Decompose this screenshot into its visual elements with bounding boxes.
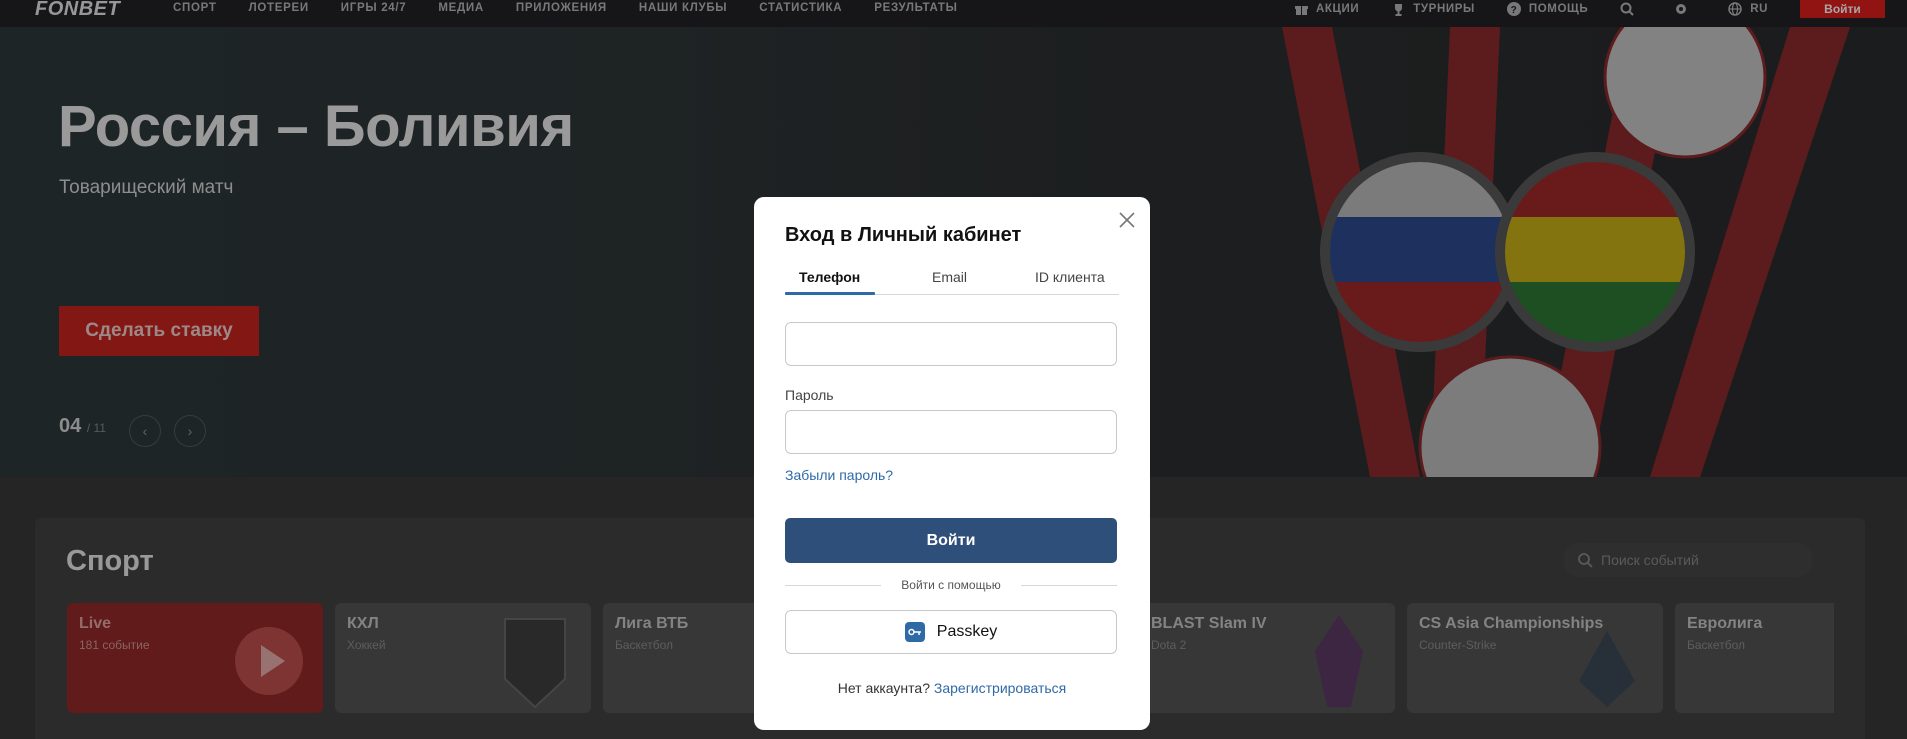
close-icon[interactable] (1118, 211, 1136, 229)
active-tab-indicator (785, 292, 875, 295)
login-modal: Вход в Личный кабинет Телефон Email ID к… (754, 197, 1150, 730)
modal-title: Вход в Личный кабинет (785, 224, 1022, 246)
no-account-text: Нет аккаунта? (837, 680, 930, 696)
phone-input[interactable] (785, 322, 1117, 366)
login-divider: Войти с помощью (785, 578, 1117, 592)
password-input[interactable] (785, 410, 1117, 454)
tab-client-id[interactable]: ID клиента (1035, 269, 1105, 295)
tab-email[interactable]: Email (932, 269, 967, 295)
password-label: Пароль (785, 387, 834, 403)
login-method-tabs: Телефон Email ID клиента (785, 269, 1119, 295)
register-footer: Нет аккаунта? Зарегистрироваться (754, 680, 1150, 696)
register-link[interactable]: Зарегистрироваться (934, 680, 1066, 696)
divider-line-right (1021, 585, 1117, 586)
login-submit-button[interactable]: Войти (785, 518, 1117, 563)
passkey-label: Passkey (936, 623, 998, 640)
passkey-button[interactable]: Passkey (785, 610, 1117, 654)
forgot-password-link[interactable]: Забыли пароль? (785, 467, 893, 483)
key-icon (904, 622, 925, 642)
